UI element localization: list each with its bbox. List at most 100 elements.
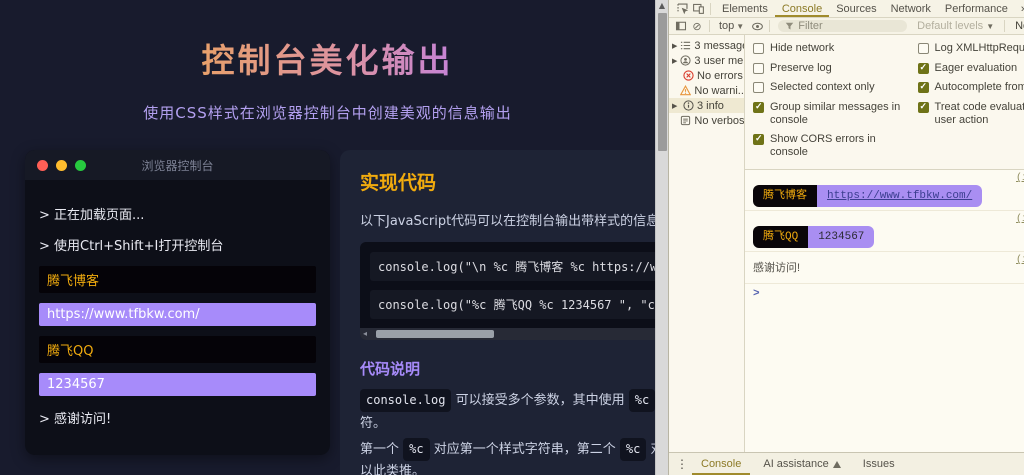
sidebar-label: No errors (697, 69, 743, 82)
checkbox-label: Treat code evaluation as user action (934, 100, 1024, 126)
scroll-left-icon[interactable]: ◂ (363, 329, 367, 338)
devtools-tab-bar: Elements Console Sources Network Perform… (669, 0, 1024, 18)
checkbox-treat-code-eval[interactable]: Treat code evaluation as user action (917, 100, 1024, 126)
styled-output-purple: 1234567 (39, 373, 316, 396)
checkbox-show-cors[interactable]: Show CORS errors in console (753, 133, 918, 158)
source-link[interactable]: (index):298 (1016, 173, 1024, 184)
sidebar-item-user-messages[interactable]: ▶ 3 user me... (669, 53, 744, 68)
checkbox-label: Group similar messages in console (770, 100, 901, 126)
checkbox-icon[interactable] (753, 43, 764, 54)
expand-arrow-icon[interactable]: ▶ (672, 42, 677, 50)
expand-arrow-icon[interactable]: ▶ (672, 102, 679, 110)
sidebar-toggle-icon[interactable] (673, 18, 689, 34)
sidebar-item-messages[interactable]: ▶ 3 messages (669, 38, 744, 53)
scrollbar-thumb[interactable] (376, 330, 494, 338)
explain-text: 对应第一个样式字符串，第二个 (429, 441, 620, 457)
live-expression-eye-icon[interactable] (749, 18, 765, 34)
checkbox-icon[interactable] (917, 43, 929, 54)
checkbox-label: Log XMLHttpRequests (934, 42, 1024, 54)
scroll-up-icon[interactable]: ▲ (656, 1, 668, 10)
sidebar-item-verbose[interactable]: ▶ No verbose (669, 113, 744, 128)
chevron-down-icon: ▼ (986, 21, 995, 31)
clear-console-icon[interactable]: ⊘ (689, 18, 705, 34)
styled-output-dark: 腾飞博客 (39, 266, 316, 293)
page-main: 浏览器控制台 > 正在加载页面... > 使用Ctrl+Shift+I打开控制台… (0, 123, 655, 475)
divider (1004, 20, 1006, 32)
checkbox-log-xhr[interactable]: Log XMLHttpRequests (917, 42, 1024, 55)
source-link[interactable]: (index):301 (1016, 214, 1024, 225)
console-toolbar: ⊘ top▼ Filter Default levels▼ No Issues … (669, 18, 1024, 35)
checkbox-selected-context[interactable]: Selected context only (753, 81, 918, 94)
list-icon (680, 40, 691, 52)
checkbox-eager-eval[interactable]: Eager evaluation (917, 61, 1024, 75)
badge-dark: 腾飞QQ (753, 226, 809, 249)
checkbox-label: Selected context only (770, 81, 875, 94)
drawer-tab-issues[interactable]: Issues (854, 453, 904, 475)
default-levels-dropdown[interactable]: Default levels ▼ (911, 20, 1000, 32)
checkbox-label: Eager evaluation (934, 61, 1018, 74)
filter-input[interactable]: Filter (778, 20, 908, 32)
checkbox-icon[interactable] (753, 62, 764, 74)
inline-code-chip: console.log (360, 389, 452, 412)
settings-column-2: Log XMLHttpRequests Eager evaluation Aut… (917, 42, 1024, 165)
page-title: 控制台美化输出 (202, 34, 454, 82)
issues-counter[interactable]: No Issues (1009, 20, 1024, 32)
console-mockup-window: 浏览器控制台 > 正在加载页面... > 使用Ctrl+Shift+I打开控制台… (25, 150, 330, 455)
page-scrollbar[interactable]: ▲ (655, 0, 668, 475)
checkbox-icon[interactable] (917, 62, 929, 74)
verbose-icon (680, 115, 691, 127)
inline-code-chip: %c (628, 389, 655, 412)
sidebar-item-warnings[interactable]: ▶ No warni... (669, 83, 744, 98)
inspect-element-icon[interactable] (674, 1, 690, 17)
checkbox-icon[interactable] (917, 101, 929, 113)
console-body: ▶ 3 messages ▶ 3 user me... ▶ No errors … (669, 35, 1024, 452)
scrollbar-thumb[interactable] (658, 13, 667, 151)
expand-arrow-icon[interactable]: ▶ (672, 57, 677, 65)
devtools-panel: Elements Console Sources Network Perform… (668, 0, 1024, 475)
drawer-tab-ai-assistance[interactable]: AI assistance (754, 453, 849, 475)
console-prompt[interactable]: > (745, 284, 1024, 304)
horizontal-scrollbar[interactable]: ◂ ▸ (360, 328, 655, 340)
code-intro-text: 以下JavaScript代码可以在控制台输出带样式的信息: (360, 214, 655, 229)
console-line: > 感谢访问! (39, 412, 112, 427)
badge-purple: https://www.tfbkw.com/ (817, 185, 983, 208)
section-heading-code: 实现代码 (360, 172, 437, 194)
warning-icon (680, 85, 692, 97)
error-icon (682, 70, 694, 82)
sidebar-item-info[interactable]: ▶ 3 info (669, 98, 744, 113)
app-root: 控制台美化输出 使用CSS样式在浏览器控制台中创建美观的信息输出 浏览器控制台 … (0, 0, 1024, 475)
explain-paragraph-2: 第一个 %c 对应第一个样式字符串，第二个 %c 对应第二个样式字符串，以此类推… (360, 437, 655, 475)
code-line: console.log("\n %c 腾飞博客 %c https://www.t… (370, 252, 655, 281)
source-link[interactable]: (index):303 (1016, 255, 1024, 266)
tab-performance[interactable]: Performance (938, 0, 1015, 17)
sidebar-item-errors[interactable]: ▶ No errors (669, 68, 744, 83)
badge-dark: 腾飞博客 (753, 185, 817, 208)
more-tabs-icon[interactable]: » (1015, 3, 1024, 15)
tab-network[interactable]: Network (884, 0, 938, 17)
tab-elements[interactable]: Elements (715, 0, 775, 17)
console-line: > 正在加载页面... (39, 208, 145, 223)
context-selector[interactable]: top ▼ (714, 20, 749, 32)
sidebar-label: No verbose (694, 114, 744, 127)
checkbox-icon[interactable] (917, 81, 929, 94)
checkbox-autocomplete-history[interactable]: Autocomplete from history (917, 81, 1024, 94)
sidebar-label: 3 messages (694, 39, 744, 52)
drawer-tab-console[interactable]: Console (692, 453, 750, 475)
page-subtitle: 使用CSS样式在浏览器控制台中创建美观的信息输出 (143, 104, 512, 122)
tab-sources[interactable]: Sources (829, 0, 883, 17)
checkbox-icon[interactable] (753, 101, 764, 113)
device-toolbar-icon[interactable] (690, 1, 706, 17)
console-message: (index):301 腾飞QQ1234567 (745, 211, 1024, 253)
tab-console[interactable]: Console (775, 0, 829, 17)
checkbox-icon[interactable] (753, 133, 764, 146)
drawer-kebab-icon[interactable]: ⋮ (676, 457, 688, 471)
console-mockup-titlebar: 浏览器控制台 (25, 150, 330, 180)
page-header: 控制台美化输出 使用CSS样式在浏览器控制台中创建美观的信息输出 (0, 0, 655, 123)
checkbox-preserve-log[interactable]: Preserve log (753, 62, 918, 75)
sidebar-label: No warni... (694, 84, 744, 97)
code-line: console.log("%c 腾飞QQ %c 1234567 ", "colo… (370, 290, 655, 319)
checkbox-icon[interactable] (753, 82, 764, 94)
url-link[interactable]: https://www.tfbkw.com/ (827, 190, 972, 202)
checkbox-hide-network[interactable]: Hide network (753, 42, 918, 55)
checkbox-group-similar[interactable]: Group similar messages in console (753, 101, 918, 126)
